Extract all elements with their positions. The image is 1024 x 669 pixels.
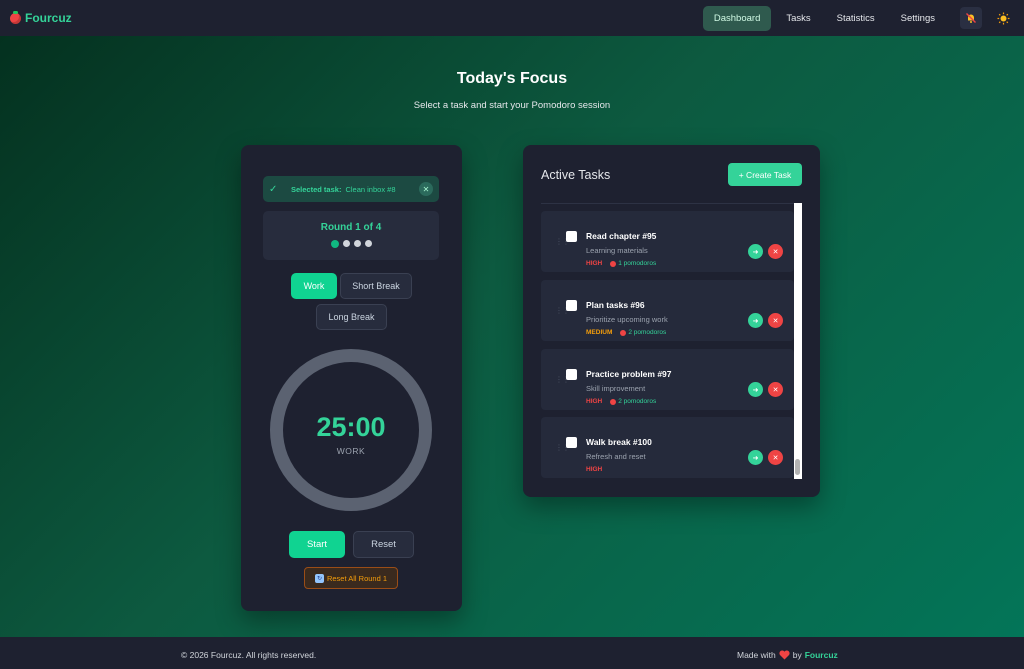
delete-task-button[interactable]: ✕ [768, 313, 783, 328]
selected-task-label: Selected task: [291, 184, 342, 194]
priority-badge: HIGH [586, 466, 603, 473]
task-meta: HIGH [586, 466, 602, 473]
made-with-text: Made with by Fourcuz [737, 650, 838, 660]
brand-name: Fourcuz [25, 11, 72, 25]
footer-brand-link[interactable]: Fourcuz [805, 650, 838, 660]
priority-badge: HIGH [586, 260, 603, 267]
round-indicator: Round 1 of 4 [263, 211, 439, 260]
priority-badge: MEDIUM [586, 329, 613, 336]
bell-off-icon [966, 13, 976, 23]
nav-settings[interactable]: Settings [890, 6, 946, 31]
pomodoro-count-text: 2 pomodoros [628, 329, 667, 336]
pomodoro-count: 1 pomodoros [610, 260, 656, 267]
pomodoro-count: 2 pomodoros [620, 329, 666, 336]
reset-button[interactable]: Reset [353, 531, 414, 558]
task-desc: Skill improvement [586, 384, 646, 393]
scrollbar-thumb[interactable] [795, 459, 800, 475]
task-meta: HIGH 1 pomodoros [586, 260, 656, 267]
task-checkbox[interactable] [566, 369, 577, 380]
round-dot-3 [353, 240, 361, 247]
selected-task-banner: ✓ Selected task: Clean inbox #8 ✕ [263, 176, 439, 202]
by-label: by [792, 650, 802, 660]
pomodoro-count-text: 2 pomodoros [618, 398, 657, 405]
create-task-button[interactable]: + Create Task [728, 163, 802, 186]
task-meta: MEDIUM 2 pomodoros [586, 329, 666, 336]
theme-toggle-button[interactable] [992, 7, 1014, 29]
task-meta: HIGH 2 pomodoros [586, 398, 656, 405]
select-task-button[interactable]: ➜ [748, 244, 763, 259]
round-text: Round 1 of 4 [320, 222, 382, 233]
timer-ring: 25:00 WORK [270, 349, 432, 511]
tomato-icon [10, 10, 21, 24]
clear-selection-close-icon[interactable]: ✕ [419, 182, 433, 196]
nav-dashboard[interactable]: Dashboard [702, 5, 772, 31]
task-checkbox[interactable] [566, 437, 577, 448]
pomodoro-count-text: 1 pomodoros [618, 260, 657, 267]
task-title: Read chapter #95 [586, 231, 657, 241]
round-dot-1 [330, 239, 339, 248]
task-list[interactable]: ⋮⋮ Read chapter #95 Learning materials H… [541, 203, 802, 479]
mode-long-break-button[interactable]: Long Break [316, 304, 387, 330]
mode-short-break-button[interactable]: Short Break [340, 273, 412, 299]
select-task-button[interactable]: ➜ [748, 450, 763, 465]
task-list-scrollbar[interactable] [794, 203, 802, 479]
reset-all-button[interactable]: ↻ Reset All Round 1 [304, 567, 398, 589]
task-desc: Learning materials [586, 246, 648, 255]
task-title: Walk break #100 [586, 437, 652, 447]
task-title: Plan tasks #96 [586, 300, 645, 310]
nav-statistics[interactable]: Statistics [826, 6, 886, 31]
task-item[interactable]: ⋮⋮ Plan tasks #96 Prioritize upcoming wo… [541, 280, 794, 341]
task-item[interactable]: ⋮⋮ Practice problem #97 Skill improvemen… [541, 349, 794, 410]
notifications-toggle-button[interactable] [960, 7, 982, 29]
task-checkbox[interactable] [566, 231, 577, 242]
check-icon: ✓ [269, 183, 278, 195]
round-dot-2 [342, 240, 350, 247]
timer-display: 25:00 [316, 412, 386, 442]
tomato-icon [610, 260, 617, 267]
delete-task-button[interactable]: ✕ [768, 244, 783, 259]
task-desc: Refresh and reset [586, 452, 646, 461]
priority-badge: HIGH [586, 398, 603, 405]
reset-all-label: Reset All Round 1 [326, 573, 388, 583]
delete-task-button[interactable]: ✕ [768, 450, 783, 465]
tomato-icon [610, 398, 617, 405]
main-area: Today's Focus Select a task and start yo… [0, 36, 1024, 637]
active-tasks-card: Active Tasks + Create Task ⋮⋮ Read chapt… [523, 145, 820, 497]
copyright-text: © 2026 Fourcuz. All rights reserved. [181, 650, 317, 660]
selected-task-value: Clean inbox #8 [345, 184, 396, 194]
task-item[interactable]: ⋮⋮ Read chapter #95 Learning materials H… [541, 211, 794, 272]
delete-task-button[interactable]: ✕ [768, 382, 783, 397]
tomato-icon [620, 329, 627, 336]
task-checkbox[interactable] [566, 300, 577, 311]
timer-mode-label: WORK [336, 446, 366, 456]
footer: © 2026 Fourcuz. All rights reserved. Mad… [0, 637, 1024, 669]
nav-tasks[interactable]: Tasks [775, 6, 821, 31]
round-dot-4 [364, 240, 372, 247]
reset-icon: ↻ [314, 573, 324, 583]
sun-icon [997, 12, 1009, 24]
page-subtitle: Select a task and start your Pomodoro se… [413, 100, 611, 111]
mode-work-button[interactable]: Work [291, 273, 337, 299]
page-title: Today's Focus [456, 70, 568, 87]
task-title: Practice problem #97 [586, 369, 672, 379]
top-nav: Fourcuz Dashboard Tasks Statistics Setti… [0, 0, 1024, 36]
select-task-button[interactable]: ➜ [748, 382, 763, 397]
select-task-button[interactable]: ➜ [748, 313, 763, 328]
made-with-label: Made with [737, 650, 776, 660]
pomodoro-count: 2 pomodoros [610, 398, 656, 405]
brand-logo[interactable]: Fourcuz [10, 10, 72, 25]
task-desc: Prioritize upcoming work [586, 315, 668, 324]
tasks-title: Active Tasks [541, 168, 611, 182]
task-item[interactable]: ⋮⋮ Walk break #100 Refresh and reset HIG… [541, 417, 794, 478]
timer-card: ✓ Selected task: Clean inbox #8 ✕ Round … [241, 145, 462, 611]
heart-icon [779, 650, 790, 660]
nav-links: Dashboard Tasks Statistics Settings [702, 5, 1014, 31]
start-button[interactable]: Start [289, 531, 345, 558]
round-dots [263, 239, 439, 248]
